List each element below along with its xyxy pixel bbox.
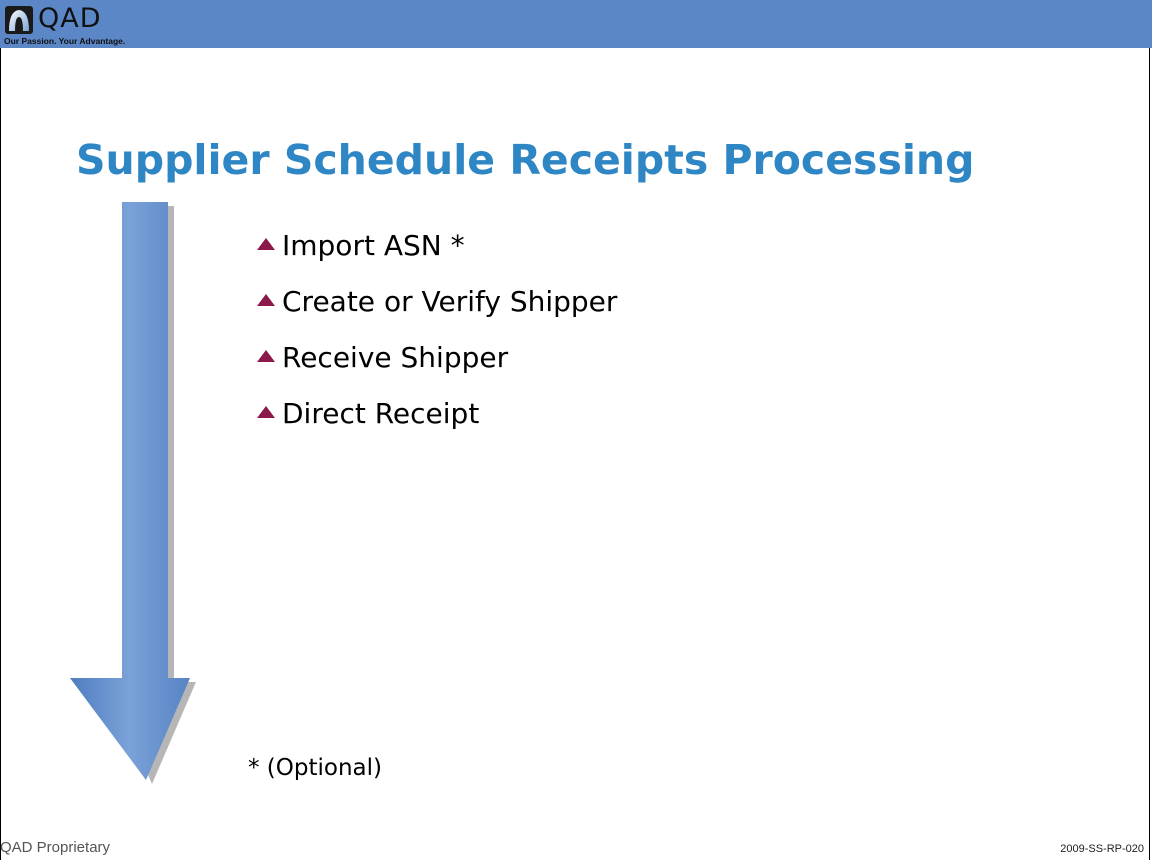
bullet-label: Direct Receipt xyxy=(282,397,480,430)
triangle-bullet-icon xyxy=(257,294,275,306)
footer-slide-code: 2009-SS-RP-020 xyxy=(1060,843,1144,855)
triangle-bullet-icon xyxy=(257,238,275,250)
qad-logo-mark-icon xyxy=(5,6,33,34)
down-arrow-icon xyxy=(70,202,196,784)
logo-tagline: Our Passion. Your Advantage. xyxy=(4,36,126,46)
footer-proprietary: QAD Proprietary xyxy=(0,839,111,856)
slide-title: Supplier Schedule Receipts Processing xyxy=(76,136,975,184)
bullet-label: Import ASN * xyxy=(282,229,465,262)
triangle-bullet-icon xyxy=(257,406,275,418)
bullet-label: Receive Shipper xyxy=(282,341,509,374)
header-bar: QAD Our Passion. Your Advantage. xyxy=(0,0,1152,48)
footnote: * (Optional) xyxy=(248,755,383,781)
bullet-label: Create or Verify Shipper xyxy=(282,285,618,318)
qad-logo: QAD Our Passion. Your Advantage. xyxy=(4,3,174,47)
triangle-bullet-icon xyxy=(257,350,275,362)
logo-text: QAD xyxy=(38,3,102,34)
